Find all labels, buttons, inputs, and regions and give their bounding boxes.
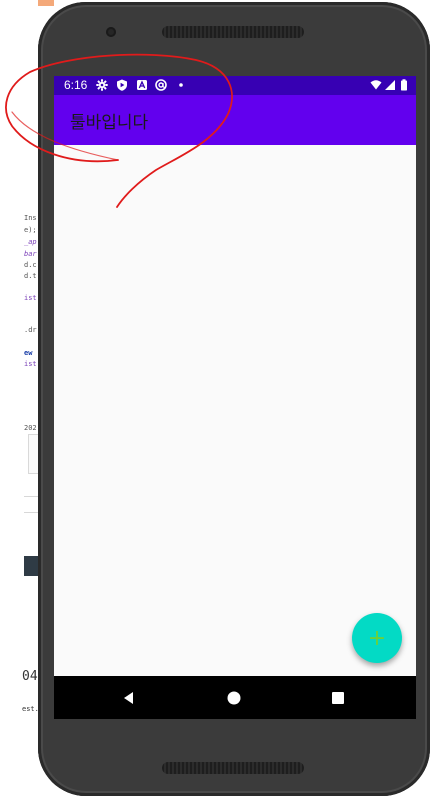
ide-code-line: est.	[22, 705, 39, 713]
wifi-icon	[370, 80, 382, 90]
ide-code-line: ew	[24, 349, 33, 357]
back-icon[interactable]	[120, 689, 138, 707]
play-protect-icon	[117, 79, 127, 91]
toolbar-title: 툴바입니다	[70, 113, 149, 133]
bottom-speaker	[162, 762, 304, 774]
dot-icon	[179, 83, 183, 87]
stage: Ins e); _ap bar d.c d.t ist .dr ew ist 2…	[0, 0, 432, 796]
ide-code-line: d.c	[24, 261, 37, 269]
status-bar: 6:16	[54, 76, 416, 95]
ide-code-line: .dr	[24, 326, 37, 334]
ide-code-line: Ins	[24, 214, 37, 222]
recents-icon[interactable]	[329, 689, 347, 707]
ide-code-line: 04	[22, 669, 38, 684]
at-sign-icon	[155, 79, 167, 91]
status-time: 6:16	[64, 78, 88, 92]
device-screen: 6:16 툴바입니다 +	[54, 76, 416, 719]
ide-code-line: e);	[24, 226, 37, 234]
add-fab-button[interactable]: +	[352, 613, 402, 663]
app-a-icon	[137, 80, 147, 90]
navigation-bar	[54, 676, 416, 719]
ide-code-line: ist	[24, 360, 37, 368]
ide-code-line: d.t	[24, 272, 37, 280]
ide-code-line: ist	[24, 294, 37, 302]
ide-tab-marker	[38, 0, 54, 6]
signal-icon	[385, 80, 395, 90]
plus-icon: +	[367, 625, 387, 651]
main-content	[54, 145, 416, 676]
battery-icon	[401, 79, 407, 91]
settings-icon	[96, 79, 108, 91]
ide-code-line: bar	[24, 250, 37, 258]
ide-code-line: 202	[24, 424, 37, 432]
ide-code-line: _ap	[24, 238, 37, 246]
top-speaker	[162, 26, 304, 38]
home-icon[interactable]	[225, 689, 243, 707]
toolbar: 툴바입니다	[54, 95, 416, 145]
front-camera	[106, 27, 116, 37]
